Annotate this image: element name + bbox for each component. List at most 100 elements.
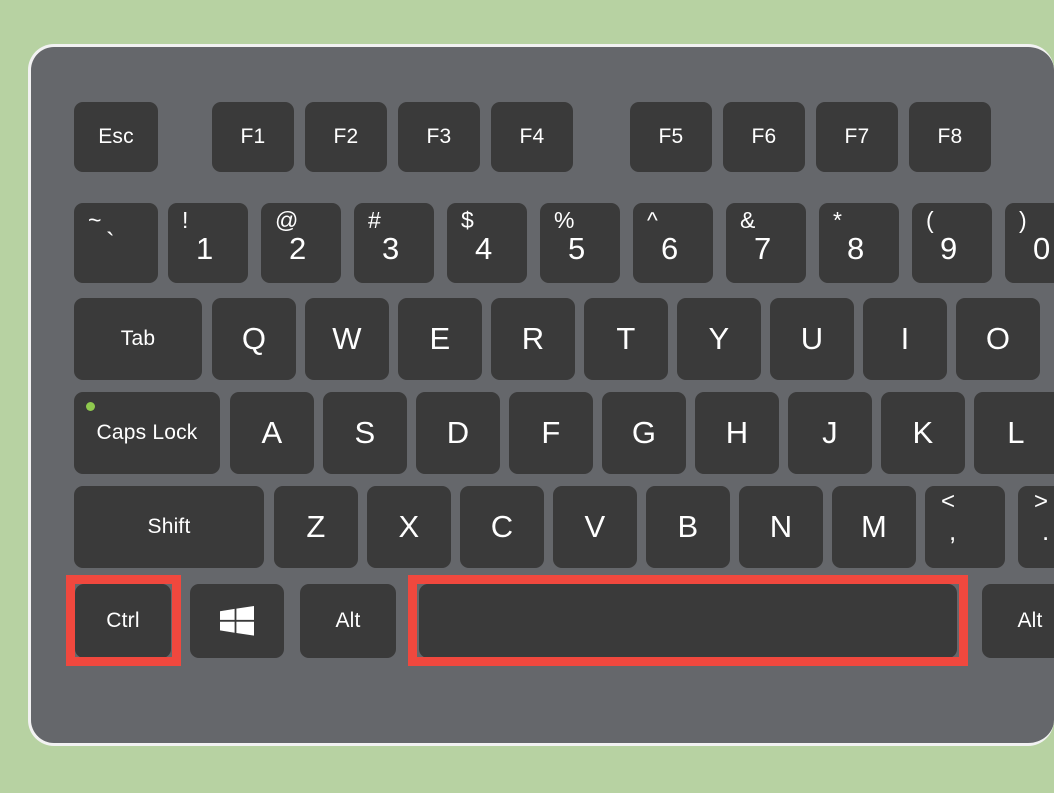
key-l-label: L — [1007, 415, 1025, 450]
key-a[interactable]: A — [230, 392, 314, 474]
key-i[interactable]: I — [863, 298, 947, 380]
key-caps-lock[interactable]: Caps Lock — [74, 392, 220, 474]
key-f5[interactable]: F5 — [630, 102, 712, 172]
key-6-shift-legend: ^ — [647, 207, 658, 233]
key-f-label: F — [541, 415, 561, 450]
key-r[interactable]: R — [491, 298, 575, 380]
key-f7[interactable]: F7 — [816, 102, 898, 172]
space-highlight-box — [408, 575, 968, 666]
key-f[interactable]: F — [509, 392, 593, 474]
key-1-base-legend: 1 — [196, 231, 214, 266]
key-5-shift-legend: % — [554, 207, 575, 233]
key-o[interactable]: O — [956, 298, 1040, 380]
key-6-base-legend: 6 — [661, 231, 679, 266]
key-v-label: V — [584, 509, 606, 544]
key-1[interactable]: ! 1 — [168, 203, 248, 283]
key-l[interactable]: L — [974, 392, 1054, 474]
key-f2[interactable]: F2 — [305, 102, 387, 172]
key-3[interactable]: #3 — [354, 203, 434, 283]
key-j[interactable]: J — [788, 392, 872, 474]
key-v[interactable]: V — [553, 486, 637, 568]
key-8[interactable]: * 8 — [819, 203, 899, 283]
key-g[interactable]: G — [602, 392, 686, 474]
key-u[interactable]: U — [770, 298, 854, 380]
key-9[interactable]: (9 — [912, 203, 992, 283]
key-comma-base-legend: , — [949, 516, 957, 546]
key-f1-label: F1 — [240, 125, 266, 148]
key-m[interactable]: M — [832, 486, 916, 568]
key-comma-shift-legend: < — [941, 488, 956, 515]
key-i-label: I — [900, 321, 910, 356]
key-f8[interactable]: F8 — [909, 102, 991, 172]
key-t[interactable]: T — [584, 298, 668, 380]
key-f4-label: F4 — [519, 125, 545, 148]
key-7-shift-legend: & — [740, 207, 756, 233]
key-0-base-legend: 0 — [1033, 231, 1051, 266]
key-esc-label: Esc — [98, 125, 134, 148]
key-2[interactable]: @2 — [261, 203, 341, 283]
key-f6-label: F6 — [751, 125, 777, 148]
key-y[interactable]: Y — [677, 298, 761, 380]
key-period[interactable]: >. — [1018, 486, 1054, 568]
key-backtick-shift-legend: ~ — [88, 207, 102, 233]
key-shift-left-label: Shift — [147, 515, 191, 538]
key-s[interactable]: S — [323, 392, 407, 474]
key-n[interactable]: N — [739, 486, 823, 568]
key-f3[interactable]: F3 — [398, 102, 480, 172]
key-w[interactable]: W — [305, 298, 389, 380]
key-windows[interactable] — [190, 584, 284, 658]
key-3-shift-legend: # — [368, 207, 381, 233]
key-4[interactable]: $4 — [447, 203, 527, 283]
key-9-shift-legend: ( — [926, 207, 934, 233]
key-2-shift-legend: @ — [275, 207, 299, 233]
key-n-label: N — [769, 509, 793, 544]
key-shift-left[interactable]: Shift — [74, 486, 264, 568]
key-8-base-legend: 8 — [847, 231, 865, 266]
key-7[interactable]: & 7 — [726, 203, 806, 283]
key-j-label: J — [822, 415, 838, 450]
key-d-label: D — [446, 415, 470, 450]
key-alt-right[interactable]: Alt — [982, 584, 1054, 658]
key-q[interactable]: Q — [212, 298, 296, 380]
key-d[interactable]: D — [416, 392, 500, 474]
key-5[interactable]: % 5 — [540, 203, 620, 283]
key-2-base-legend: 2 — [289, 231, 307, 266]
key-f7-label: F7 — [844, 125, 870, 148]
key-y-label: Y — [708, 321, 730, 356]
key-tab-label: Tab — [120, 327, 156, 350]
key-period-shift-legend: > — [1034, 488, 1049, 515]
key-x[interactable]: X — [367, 486, 451, 568]
key-s-label: S — [354, 415, 376, 450]
key-1-shift-legend: ! — [182, 207, 189, 233]
key-tab[interactable]: Tab — [74, 298, 202, 380]
key-f3-label: F3 — [426, 125, 452, 148]
key-f6[interactable]: F6 — [723, 102, 805, 172]
key-f2-label: F2 — [333, 125, 359, 148]
key-backtick[interactable]: ~ ` — [74, 203, 158, 283]
key-9-base-legend: 9 — [940, 231, 958, 266]
key-z[interactable]: Z — [274, 486, 358, 568]
key-a-label: A — [261, 415, 283, 450]
key-6[interactable]: ^ 6 — [633, 203, 713, 283]
key-g-label: G — [631, 415, 657, 450]
key-e[interactable]: E — [398, 298, 482, 380]
key-backtick-base-legend: ` — [106, 227, 115, 257]
key-k[interactable]: K — [881, 392, 965, 474]
key-comma[interactable]: <, — [925, 486, 1005, 568]
key-f5-label: F5 — [658, 125, 684, 148]
key-5-base-legend: 5 — [568, 231, 586, 266]
key-caps-lock-label: Caps Lock — [96, 421, 198, 444]
key-esc[interactable]: Esc — [74, 102, 158, 172]
key-b[interactable]: B — [646, 486, 730, 568]
ctrl-highlight-box — [66, 575, 181, 666]
key-4-base-legend: 4 — [475, 231, 493, 266]
key-h-label: H — [725, 415, 749, 450]
key-f4[interactable]: F4 — [491, 102, 573, 172]
key-c[interactable]: C — [460, 486, 544, 568]
key-r-label: R — [521, 321, 545, 356]
key-0[interactable]: ) 0 — [1005, 203, 1054, 283]
key-alt-left[interactable]: Alt — [300, 584, 396, 658]
key-h[interactable]: H — [695, 392, 779, 474]
key-f1[interactable]: F1 — [212, 102, 294, 172]
key-t-label: T — [616, 321, 636, 356]
